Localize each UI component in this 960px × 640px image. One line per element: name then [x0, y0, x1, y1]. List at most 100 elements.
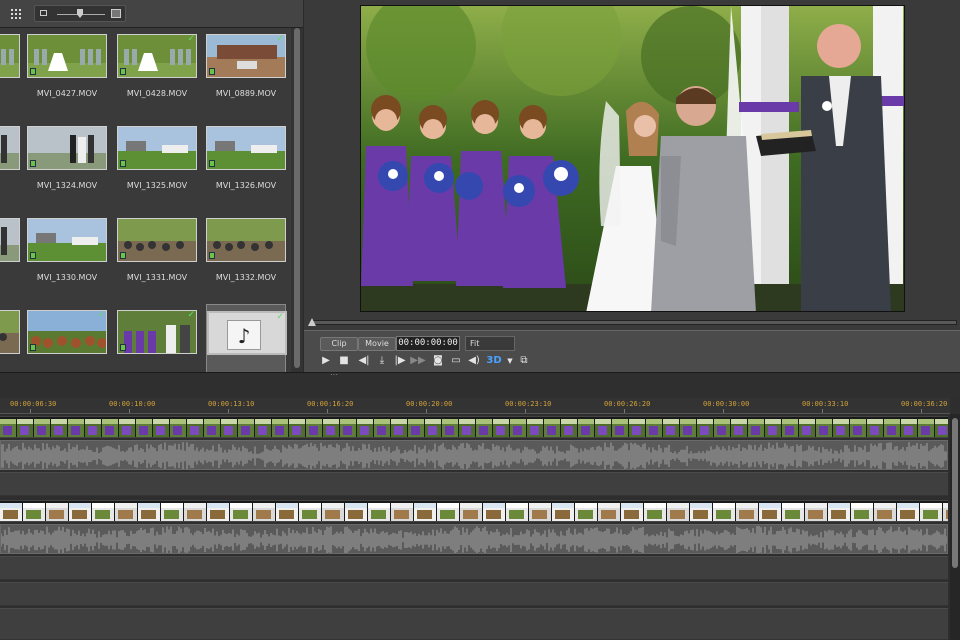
- film-frame: [34, 419, 50, 437]
- video-clip-thumbnail[interactable]: ✓ MVI_0428.MOV: [117, 28, 197, 114]
- film-frame: [575, 503, 597, 521]
- clip-thumbnail-image[interactable]: [27, 218, 107, 262]
- timeline-scrollbar-thumb[interactable]: [952, 418, 958, 568]
- clip-thumbnail-image[interactable]: [117, 218, 197, 262]
- fast-forward-icon[interactable]: ▶▶: [410, 353, 426, 369]
- preview-video-frame[interactable]: [360, 5, 905, 312]
- clip-filename: MVI_1332.MOV: [215, 273, 277, 282]
- small-thumbnail-icon: [40, 10, 47, 16]
- video-clip-thumbnail[interactable]: MVI_1330.MOV: [27, 212, 107, 298]
- empty-track[interactable]: [0, 582, 948, 606]
- clip-thumbnail-image[interactable]: ♪ ✓: [207, 311, 287, 355]
- music-note-icon: ♪: [223, 317, 261, 350]
- clip-thumbnail-image[interactable]: [0, 218, 20, 262]
- film-frame: [943, 503, 948, 521]
- ruler-tick-mark: [723, 409, 724, 413]
- next-frame-icon[interactable]: |▶: [392, 353, 408, 369]
- video-clip-thumbnail[interactable]: MVI_1332.MOV: [206, 212, 286, 298]
- film-frame: [69, 503, 91, 521]
- scrub-handle[interactable]: [308, 318, 316, 326]
- video-clip-thumbnail[interactable]: [0, 212, 20, 298]
- film-frame: [612, 419, 628, 437]
- undock-icon[interactable]: ⧉: [516, 353, 532, 369]
- video-track-2[interactable]: [0, 500, 948, 522]
- stop-icon[interactable]: ■: [336, 353, 352, 369]
- video-clip-frames[interactable]: [0, 419, 948, 437]
- audio-track-2[interactable]: [0, 524, 948, 554]
- external-display-icon[interactable]: ▭: [448, 353, 464, 369]
- preview-scrub-bar[interactable]: [312, 320, 957, 325]
- movie-mode-button[interactable]: Movie: [358, 337, 396, 351]
- play-icon[interactable]: ▶: [318, 353, 334, 369]
- video-clip-thumbnail[interactable]: ✓ MVI_0889.MOV: [206, 28, 286, 114]
- video-track-1[interactable]: [0, 416, 948, 438]
- thumbnail-size-slider[interactable]: [34, 5, 126, 22]
- video-file-icon: [120, 344, 126, 351]
- clip-filename: MVI_0428.MOV: [126, 89, 188, 98]
- video-clip-thumbnail[interactable]: MVI_1325.MOV: [117, 120, 197, 206]
- film-frame: [731, 419, 747, 437]
- clip-thumbnail-image[interactable]: [0, 126, 20, 170]
- empty-track[interactable]: [0, 608, 948, 640]
- timeline-ruler[interactable]: 00:00:06:30 00:00:10:00 00:00:13:10 00:00:1…: [0, 398, 950, 414]
- video-clip-thumbnail[interactable]: ✓: [27, 304, 107, 372]
- clip-preview-image: [0, 127, 19, 169]
- video-clip-thumbnail[interactable]: [0, 28, 20, 114]
- video-clip-thumbnail[interactable]: [0, 304, 20, 372]
- film-frame: [646, 419, 662, 437]
- video-clip-thumbnail[interactable]: MVI_0427.MOV: [27, 28, 107, 114]
- volume-icon[interactable]: ◀): [466, 353, 482, 369]
- library-scrollbar[interactable]: [291, 28, 303, 372]
- video-clip-thumbnail[interactable]: [0, 120, 20, 206]
- zoom-fit-select[interactable]: Fit: [465, 336, 515, 351]
- film-frame: [238, 419, 254, 437]
- audio-clip-thumbnail[interactable]: ♪ ✓: [206, 304, 287, 372]
- timeline-scrollbar[interactable]: [950, 414, 960, 640]
- empty-track[interactable]: [0, 472, 948, 496]
- clip-thumbnail-image[interactable]: ✓: [206, 34, 286, 78]
- video-file-icon: [120, 252, 126, 259]
- panel-splitter[interactable]: ⋯: [0, 371, 960, 398]
- clip-thumbnail-image[interactable]: [27, 126, 107, 170]
- empty-track[interactable]: [0, 556, 948, 580]
- film-frame: [322, 503, 344, 521]
- clip-preview-image: [28, 35, 106, 77]
- clip-preview-image: [118, 127, 196, 169]
- video-clip-frames[interactable]: [0, 503, 948, 521]
- clip-filename: MVI_1326.MOV: [215, 181, 277, 190]
- snapshot-icon[interactable]: ◙: [430, 353, 446, 369]
- ruler-tick-mark: [30, 409, 31, 413]
- clip-filename: MVI_0889.MOV: [215, 89, 277, 98]
- film-frame: [476, 419, 492, 437]
- video-clip-thumbnail[interactable]: MVI_1331.MOV: [117, 212, 197, 298]
- audio-track-1[interactable]: [0, 440, 948, 470]
- library-scrollbar-thumb[interactable]: [294, 28, 300, 368]
- trim-icon[interactable]: ⤓: [374, 353, 390, 369]
- clip-thumbnail-image[interactable]: [117, 126, 197, 170]
- clip-thumbnail-image[interactable]: [206, 218, 286, 262]
- film-frame: [765, 419, 781, 437]
- clip-thumbnail-image[interactable]: [27, 34, 107, 78]
- grid-view-icon[interactable]: [10, 8, 22, 19]
- slider-handle[interactable]: [77, 9, 83, 18]
- clip-mode-button[interactable]: Clip: [320, 337, 358, 351]
- timecode-display[interactable]: 00:00:00:00: [396, 336, 460, 351]
- video-clip-thumbnail[interactable]: ✓: [117, 304, 197, 372]
- clip-thumbnail-image[interactable]: [0, 34, 20, 78]
- previous-frame-icon[interactable]: ◀|: [356, 353, 372, 369]
- clip-thumbnail-image[interactable]: [0, 310, 20, 354]
- 3d-icon[interactable]: 3D: [486, 353, 502, 369]
- clip-thumbnail-image[interactable]: ✓: [27, 310, 107, 354]
- clip-thumbnail-image[interactable]: [206, 126, 286, 170]
- film-frame: [442, 419, 458, 437]
- film-frame: [799, 419, 815, 437]
- film-frame: [833, 419, 849, 437]
- film-frame: [204, 419, 220, 437]
- splitter-grip-icon[interactable]: ⋯: [330, 371, 342, 379]
- video-clip-thumbnail[interactable]: MVI_1326.MOV: [206, 120, 286, 206]
- film-frame: [0, 419, 16, 437]
- video-clip-thumbnail[interactable]: MVI_1324.MOV: [27, 120, 107, 206]
- clip-thumbnail-image[interactable]: ✓: [117, 310, 197, 354]
- clip-preview-image: [207, 35, 285, 77]
- clip-thumbnail-image[interactable]: ✓: [117, 34, 197, 78]
